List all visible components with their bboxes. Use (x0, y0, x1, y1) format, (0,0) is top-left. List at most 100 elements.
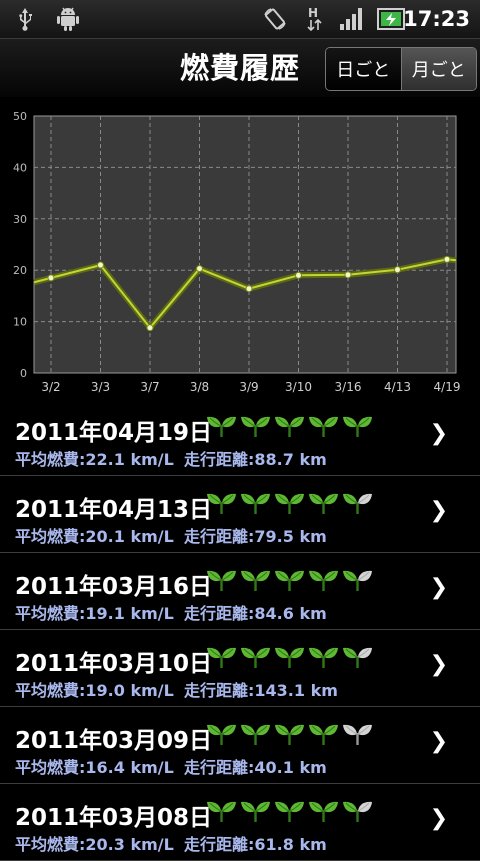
leaf-icon (207, 493, 236, 514)
leaf-icon (275, 724, 304, 745)
row-date: 2011年03月10日 (15, 651, 213, 677)
status-bar: H 17:23 (0, 0, 480, 39)
signal-icon (338, 6, 366, 32)
data-point (295, 271, 302, 279)
h-data-icon: H (304, 6, 326, 32)
battery-icon (376, 6, 406, 32)
y-tick-label: 20 (13, 264, 27, 277)
row-average-mileage: 平均燃費:22.1 km/L (15, 450, 174, 469)
x-tick-label: 3/2 (41, 380, 60, 394)
leaf-icon (309, 724, 338, 745)
x-tick-label: 4/13 (384, 380, 411, 394)
history-list: 2011年04月19日 平均燃費:22.1 km/L 走行距離:88.7 km ❯ 20… (0, 399, 480, 861)
row-date: 2011年04月19日 (15, 420, 213, 446)
leaf-icon (275, 416, 304, 437)
leaf-icon (275, 570, 304, 591)
rating-leaves (206, 721, 373, 747)
leaf-icon (207, 416, 236, 437)
usb-icon (14, 6, 36, 32)
rating-leaves (206, 413, 373, 439)
leaf-icon (343, 724, 372, 745)
data-point (394, 266, 401, 274)
history-row[interactable]: 2011年03月16日 平均燃費:19.1 km/L 走行距離:84.6 km ❯ (0, 553, 480, 630)
status-clock: 17:23 (403, 7, 470, 31)
row-distance: 走行距離:88.7 km (184, 450, 327, 469)
leaf-icon (275, 801, 304, 822)
leaf-icon (275, 647, 304, 668)
page-title: 燃費履歴 (180, 51, 301, 85)
leaf-icon (343, 647, 372, 668)
leaf-icon (309, 493, 338, 514)
data-point (344, 271, 352, 279)
fuel-line-chart: 0 10 20 30 40 50 3/2 3/3 3/7 3/8 3/9 3/10 3/16 4/13 4/… (13, 110, 461, 394)
chevron-right-icon: ❯ (429, 498, 448, 523)
x-tick-label: 4/19 (434, 380, 461, 394)
history-row[interactable]: 2011年03月09日平均燃費:16.4 km/L 走行距離:40.1 km ❯ (0, 707, 480, 784)
chevron-right-icon: ❯ (429, 575, 448, 600)
row-average-mileage: 平均燃費:19.0 km/L (15, 681, 174, 700)
leaf-icon (241, 416, 270, 437)
row-distance: 走行距離:40.1 km (184, 758, 327, 777)
leaf-icon (309, 570, 338, 591)
x-tick-label: 3/7 (140, 380, 159, 394)
rating-leaves (206, 490, 373, 516)
leaf-icon (241, 493, 270, 514)
row-date: 2011年03月09日 (15, 728, 213, 754)
leaf-icon (275, 493, 304, 514)
chevron-right-icon: ❯ (429, 729, 448, 754)
view-toggle: 日ごと 月ごと (325, 47, 477, 91)
row-average-mileage: 平均燃費:19.1 km/L (15, 604, 174, 623)
rating-leaves (206, 644, 373, 670)
chevron-right-icon: ❯ (429, 806, 448, 831)
data-point (443, 255, 451, 263)
history-row[interactable]: 2011年03月08日平均燃費:20.3 km/L 走行距離:61.8 km ❯ (0, 784, 480, 861)
row-date: 2011年03月16日 (15, 574, 213, 600)
leaf-icon (241, 570, 270, 591)
leaf-icon (309, 647, 338, 668)
leaf-icon (207, 724, 236, 745)
leaf-icon (343, 570, 372, 591)
y-tick-label: 50 (13, 110, 27, 123)
leaf-icon (207, 801, 236, 822)
data-point (245, 285, 253, 293)
x-tick-label: 3/10 (285, 380, 312, 394)
history-row[interactable]: 2011年04月19日平均燃費:22.1 km/L 走行距離:88.7 km ❯ (0, 399, 480, 476)
leaf-icon (309, 801, 338, 822)
tab-monthly[interactable]: 月ごと (401, 48, 476, 90)
history-row[interactable]: 2011年03月10日平均燃費:19.0 km/L 走行距離:143.1 km ❯ (0, 630, 480, 707)
row-distance: 走行距離:61.8 km (184, 835, 327, 854)
x-tick-label: 3/16 (335, 380, 362, 394)
leaf-icon (343, 416, 372, 437)
svg-text:H: H (308, 6, 318, 20)
row-average-mileage: 平均燃費:16.4 km/L (15, 758, 174, 777)
row-distance: 走行距離:143.1 km (184, 681, 338, 700)
row-date: 2011年04月13日 (15, 497, 213, 523)
data-point (146, 324, 154, 332)
leaf-icon (241, 647, 270, 668)
data-point (47, 274, 55, 282)
data-point (196, 265, 203, 273)
leaf-icon (343, 493, 372, 514)
rotate-icon (262, 6, 288, 32)
y-tick-label: 10 (13, 316, 27, 329)
y-tick-label: 0 (20, 367, 27, 380)
chevron-right-icon: ❯ (429, 652, 448, 677)
plot-area (34, 116, 456, 373)
leaf-icon (207, 647, 236, 668)
row-average-mileage: 平均燃費:20.3 km/L (15, 835, 174, 854)
history-row[interactable]: 2011年04月13日平均燃費:20.1 km/L 走行距離:79.5 km ❯ (0, 476, 480, 553)
android-icon (54, 6, 82, 32)
row-date: 2011年03月08日 (15, 805, 213, 831)
row-distance: 走行距離:79.5 km (184, 527, 327, 546)
leaf-icon (241, 801, 270, 822)
row-average-mileage: 平均燃費:20.1 km/L (15, 527, 174, 546)
x-tick-label: 3/8 (190, 380, 209, 394)
fuel-chart: 0 10 20 30 40 50 3/2 3/3 3/7 3/8 3/9 3/10 3/16 4/13 4/… (0, 98, 480, 398)
rating-leaves (206, 567, 373, 593)
y-tick-label: 40 (13, 161, 27, 174)
rating-leaves (206, 798, 373, 824)
chevron-right-icon: ❯ (429, 421, 448, 446)
leaf-icon (207, 570, 236, 591)
tab-daily[interactable]: 日ごと (326, 48, 402, 90)
x-tick-label: 3/3 (91, 380, 110, 394)
